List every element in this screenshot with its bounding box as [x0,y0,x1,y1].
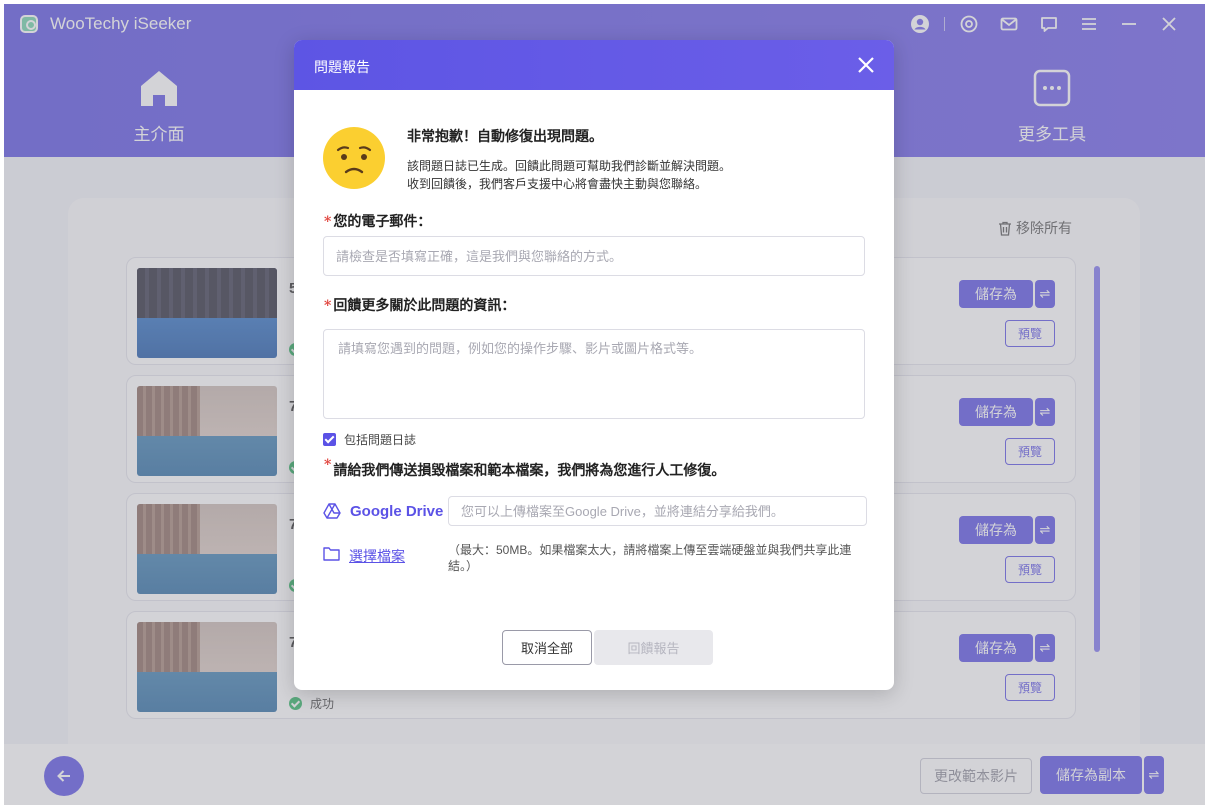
required-marker: * [324,457,332,473]
dialog-header: 問題報告 [294,40,894,90]
google-drive-label[interactable]: Google Drive [350,503,448,520]
error-heading: 非常抱歉！自動修復出現問題。 [407,129,603,145]
submit-report-button[interactable]: 回饋報告 [594,630,713,665]
include-log-option[interactable]: 包括問題日誌 [323,431,416,448]
required-marker: * [324,298,332,314]
close-icon [858,57,874,73]
detail-label: * 回饋更多關於此問題的資訊： [324,295,515,315]
error-description-line2: 收到回饋後，我們客戶支援中心將會盡快主動與您聯絡。 [407,177,708,191]
app-window: WooTechy iSeeker 主介面 更多工具 移除所有 儲存為 ⇌ 預覽 … [4,4,1205,805]
problem-report-dialog: 問題報告 非常抱歉！自動修復出現問題。 該問題日誌已生成。回饋此問題可幫助我們診… [294,40,894,690]
file-size-note: （最大：50MB。如果檔案太大，請將檔案上傳至雲端硬盤並與我們共享此連結。） [448,543,852,573]
error-description-line1: 該問題日誌已生成。回饋此問題可幫助我們診斷並解決問題。 [407,159,732,173]
folder-icon [323,547,340,561]
include-log-checkbox[interactable] [323,433,336,446]
send-files-label: * 請給我們傳送損毀檔案和範本檔案，我們將為您進行人工修復。 [324,457,726,480]
google-drive-link-field[interactable] [448,496,867,526]
google-drive-icon [323,503,341,519]
choose-file-link[interactable]: 選擇檔案 [349,546,405,566]
send-files-text: 請給我們傳送損毀檔案和範本檔案，我們將為您進行人工修復。 [333,463,726,479]
dialog-close-button[interactable] [854,53,878,77]
detail-label-text: 回饋更多關於此問題的資訊： [333,298,516,314]
sad-face-icon [323,127,385,189]
include-log-label: 包括問題日誌 [344,433,417,447]
email-label-text: 您的電子郵件： [333,214,432,230]
cancel-all-button[interactable]: 取消全部 [502,630,592,665]
required-marker: * [324,214,332,230]
google-drive-row: Google Drive [323,496,867,526]
problem-detail-field[interactable] [323,329,865,419]
email-field[interactable] [323,236,865,276]
dialog-title: 問題報告 [314,59,370,75]
email-label: * 您的電子郵件： [324,211,431,231]
